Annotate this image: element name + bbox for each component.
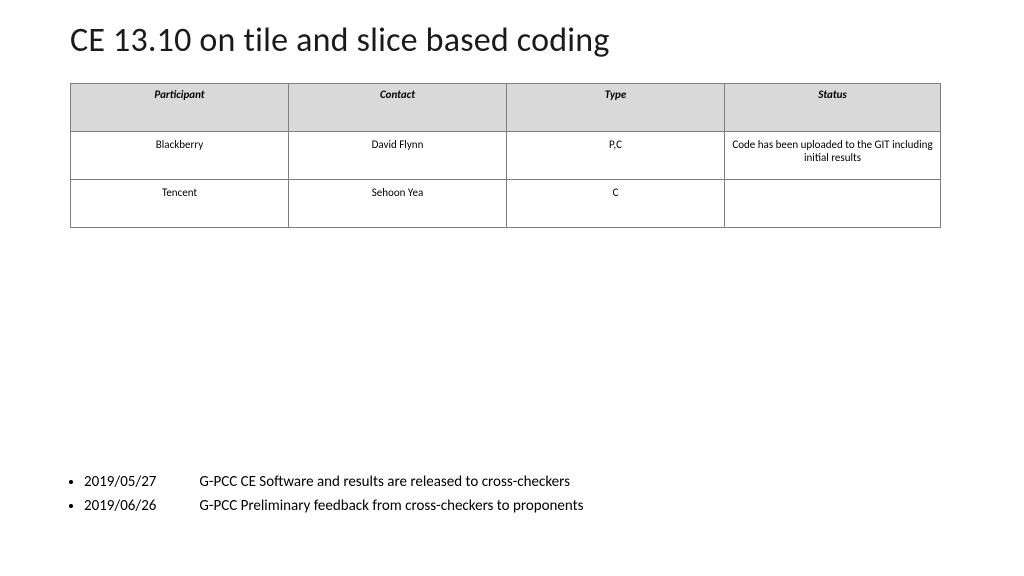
col-contact: Contact [289, 84, 507, 132]
cell-status [725, 180, 941, 228]
cell-contact: David Flynn [289, 132, 507, 180]
cell-participant: Blackberry [71, 132, 289, 180]
table-row: Blackberry David Flynn P,C Code has been… [71, 132, 941, 180]
participants-table: Participant Contact Type Status Blackber… [70, 83, 941, 228]
col-participant: Participant [71, 84, 289, 132]
slide: CE 13.10 on tile and slice based coding … [0, 0, 1024, 576]
page-title: CE 13.10 on tile and slice based coding [70, 20, 964, 61]
cell-contact: Sehoon Yea [289, 180, 507, 228]
schedule-desc: G-PCC Preliminary feedback from cross-ch… [199, 497, 583, 515]
list-item: 2019/06/26 G-PCC Preliminary feedback fr… [84, 497, 584, 515]
schedule-desc: G-PCC CE Software and results are releas… [199, 473, 570, 491]
schedule-date: 2019/05/27 [84, 473, 196, 491]
schedule-date: 2019/06/26 [84, 497, 196, 515]
cell-participant: Tencent [71, 180, 289, 228]
list-item: 2019/05/27 G-PCC CE Software and results… [84, 473, 584, 491]
cell-status: Code has been uploaded to the GIT includ… [725, 132, 941, 180]
cell-type: P,C [507, 132, 725, 180]
cell-type: C [507, 180, 725, 228]
col-status: Status [725, 84, 941, 132]
schedule-list: 2019/05/27 G-PCC CE Software and results… [84, 473, 584, 521]
table-header-row: Participant Contact Type Status [71, 84, 941, 132]
table-row: Tencent Sehoon Yea C [71, 180, 941, 228]
col-type: Type [507, 84, 725, 132]
